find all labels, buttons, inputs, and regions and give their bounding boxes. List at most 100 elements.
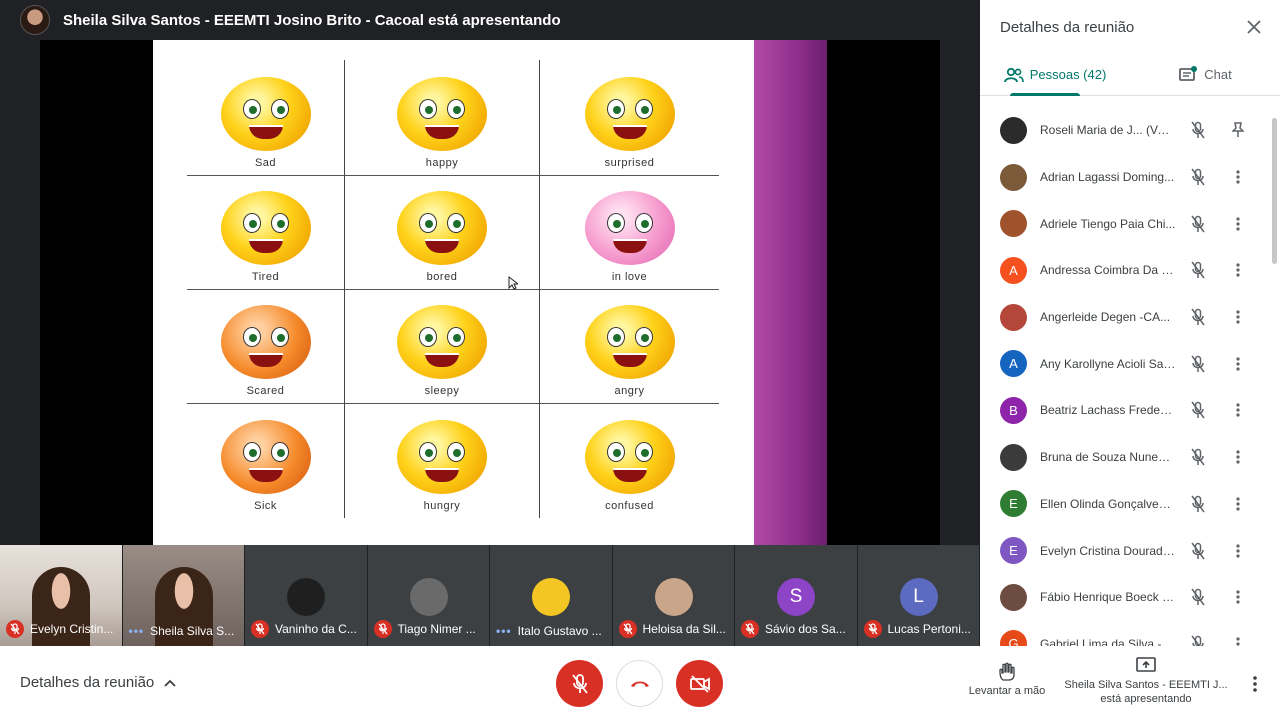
participant-name: Evelyn Cristin...	[30, 622, 114, 636]
more-options-button[interactable]	[1243, 672, 1267, 696]
camera-toggle-button[interactable]	[676, 660, 723, 707]
participant-tile[interactable]: Vaninho da C...	[245, 545, 368, 646]
pin-icon[interactable]	[1226, 118, 1250, 142]
emotion-label: happy	[425, 157, 459, 169]
presenter-bar: Sheila Silva Santos - EEEMTI Josino Brit…	[0, 0, 980, 40]
emotion-cell: confused	[540, 404, 719, 518]
presentation-status-button[interactable]: Sheila Silva Santos - EEEMTI J... está a…	[1062, 656, 1230, 706]
more-vertical-icon[interactable]	[1226, 258, 1250, 282]
person-avatar: A	[1000, 256, 1027, 284]
meeting-details-label: Detalhes da reunião	[20, 674, 155, 691]
raise-hand-button[interactable]: Levantar a mão	[962, 662, 1052, 697]
participant-tile[interactable]: L Lucas Pertoni...	[857, 545, 980, 646]
person-avatar: A	[1000, 350, 1027, 378]
emoji-face-icon	[584, 191, 675, 265]
person-row[interactable]: A Any Karollyne Acioli San...	[980, 340, 1270, 387]
microphone-toggle-button[interactable]	[556, 660, 603, 707]
emotion-label: Scared	[246, 385, 285, 397]
presenter-title: Sheila Silva Santos - EEEMTI Josino Brit…	[63, 11, 561, 29]
person-row[interactable]: Angerleide Degen -CA...	[980, 294, 1270, 341]
more-vertical-icon[interactable]	[1226, 212, 1250, 236]
emoji-face-icon	[584, 420, 675, 494]
more-vertical-icon[interactable]	[1226, 165, 1250, 189]
emoji-face-icon	[220, 191, 311, 265]
emotion-cell: bored	[345, 176, 540, 290]
person-row[interactable]: B Beatriz Lachass Frederi...	[980, 387, 1270, 434]
emotion-label: Sad	[254, 157, 277, 169]
more-vertical-icon[interactable]	[1226, 445, 1250, 469]
participant-tile-name: Lucas Pertoni...	[863, 620, 971, 638]
participant-avatar: L	[899, 578, 938, 616]
presenting-status: está apresentando	[1100, 693, 1192, 705]
cursor-icon	[508, 276, 518, 290]
participant-tile[interactable]: Evelyn Cristin...	[0, 545, 123, 646]
leave-call-button[interactable]	[616, 660, 663, 707]
emoji-face-icon	[397, 77, 487, 151]
emoji-face-icon	[584, 77, 675, 151]
emotion-label: angry	[614, 385, 645, 397]
person-row[interactable]: Bruna de Souza Nunes -...	[980, 434, 1270, 481]
tab-people[interactable]: Pessoas (42)	[980, 54, 1130, 96]
participant-tile[interactable]: Heloisa da Sil...	[612, 545, 735, 646]
participant-avatar	[409, 578, 448, 616]
bottom-bar: Detalhes da reunião Levantar a mão Sheil…	[0, 646, 1280, 720]
person-row[interactable]: A Andressa Coimbra Da S...	[980, 247, 1270, 294]
more-vertical-icon[interactable]	[1226, 492, 1250, 516]
more-vertical-icon[interactable]	[1226, 352, 1250, 376]
camera-off-icon	[689, 674, 710, 693]
close-panel-button[interactable]	[1240, 13, 1268, 41]
mic-muted-icon	[1186, 118, 1210, 142]
more-vertical-icon[interactable]	[1226, 305, 1250, 329]
mic-muted-icon	[863, 620, 882, 638]
participant-tile-name: ••• Italo Gustavo ...	[496, 624, 602, 638]
more-vertical-icon[interactable]	[1226, 585, 1250, 609]
participant-tile[interactable]: ••• Sheila Silva S...	[122, 545, 245, 646]
person-row[interactable]: Fábio Henrique Boeck -...	[980, 574, 1270, 621]
mic-off-icon	[571, 673, 588, 694]
more-vertical-icon[interactable]	[1226, 539, 1250, 563]
mic-muted-icon	[1186, 492, 1210, 516]
presenting-name: Sheila Silva Santos - EEEMTI J...	[1064, 679, 1228, 691]
person-row[interactable]: E Ellen Olinda Gonçalves ...	[980, 481, 1270, 528]
emoji-face-icon	[397, 420, 487, 494]
person-row[interactable]: E Evelyn Cristina Dourado...	[980, 527, 1270, 574]
person-row[interactable]: Adrian Lagassi Doming...	[980, 154, 1270, 201]
emotion-cell: in love	[540, 176, 719, 290]
emotion-label: sleepy	[424, 385, 460, 397]
meeting-details-button[interactable]: Detalhes da reunião	[20, 674, 176, 691]
participant-tile[interactable]: Tiago Nimer ...	[367, 545, 490, 646]
participant-name: Sávio dos Sa...	[765, 622, 846, 636]
people-list: Roseli Maria de J... (Você) Adrian Lagass…	[980, 107, 1270, 646]
participant-avatar	[532, 578, 570, 616]
more-vertical-icon[interactable]	[1226, 632, 1250, 646]
more-vertical-icon[interactable]	[1226, 398, 1250, 422]
emoji-face-icon	[220, 305, 311, 379]
person-avatar: G	[1000, 630, 1027, 646]
person-name: Fábio Henrique Boeck -...	[1040, 590, 1176, 605]
emotion-cell: surprised	[540, 60, 719, 176]
person-name: Evelyn Cristina Dourado...	[1040, 543, 1176, 558]
people-list-scrollbar[interactable]	[1272, 118, 1277, 264]
panel-title: Detalhes da reunião	[1000, 18, 1135, 36]
participant-tile[interactable]: ••• Italo Gustavo ...	[490, 545, 613, 646]
participant-name: Lucas Pertoni...	[887, 622, 971, 636]
participant-tile[interactable]: S Sávio dos Sa...	[735, 545, 858, 646]
emotion-label: Tired	[251, 271, 280, 283]
person-avatar	[1000, 443, 1027, 471]
person-avatar	[1000, 583, 1027, 611]
chevron-up-icon	[164, 679, 176, 687]
person-row[interactable]: G Gabriel Lima da Silva -C...	[980, 621, 1270, 646]
person-avatar	[1000, 116, 1027, 144]
person-row[interactable]: Adriele Tiengo Paia Chi...	[980, 200, 1270, 247]
participant-tile-name: Evelyn Cristin...	[6, 620, 113, 638]
tab-people-label: Pessoas (42)	[1029, 67, 1107, 82]
emoji-face-icon	[220, 77, 311, 151]
mic-muted-icon	[1186, 352, 1210, 376]
person-row[interactable]: Roseli Maria de J... (Você)	[980, 107, 1270, 154]
emotion-cell: Scared	[187, 290, 345, 404]
mic-muted-icon	[618, 620, 637, 638]
tab-chat[interactable]: Chat	[1130, 54, 1280, 95]
panel-header: Detalhes da reunião	[980, 0, 1280, 54]
mic-muted-icon	[1186, 445, 1210, 469]
participant-name: Sheila Silva S...	[150, 624, 235, 638]
